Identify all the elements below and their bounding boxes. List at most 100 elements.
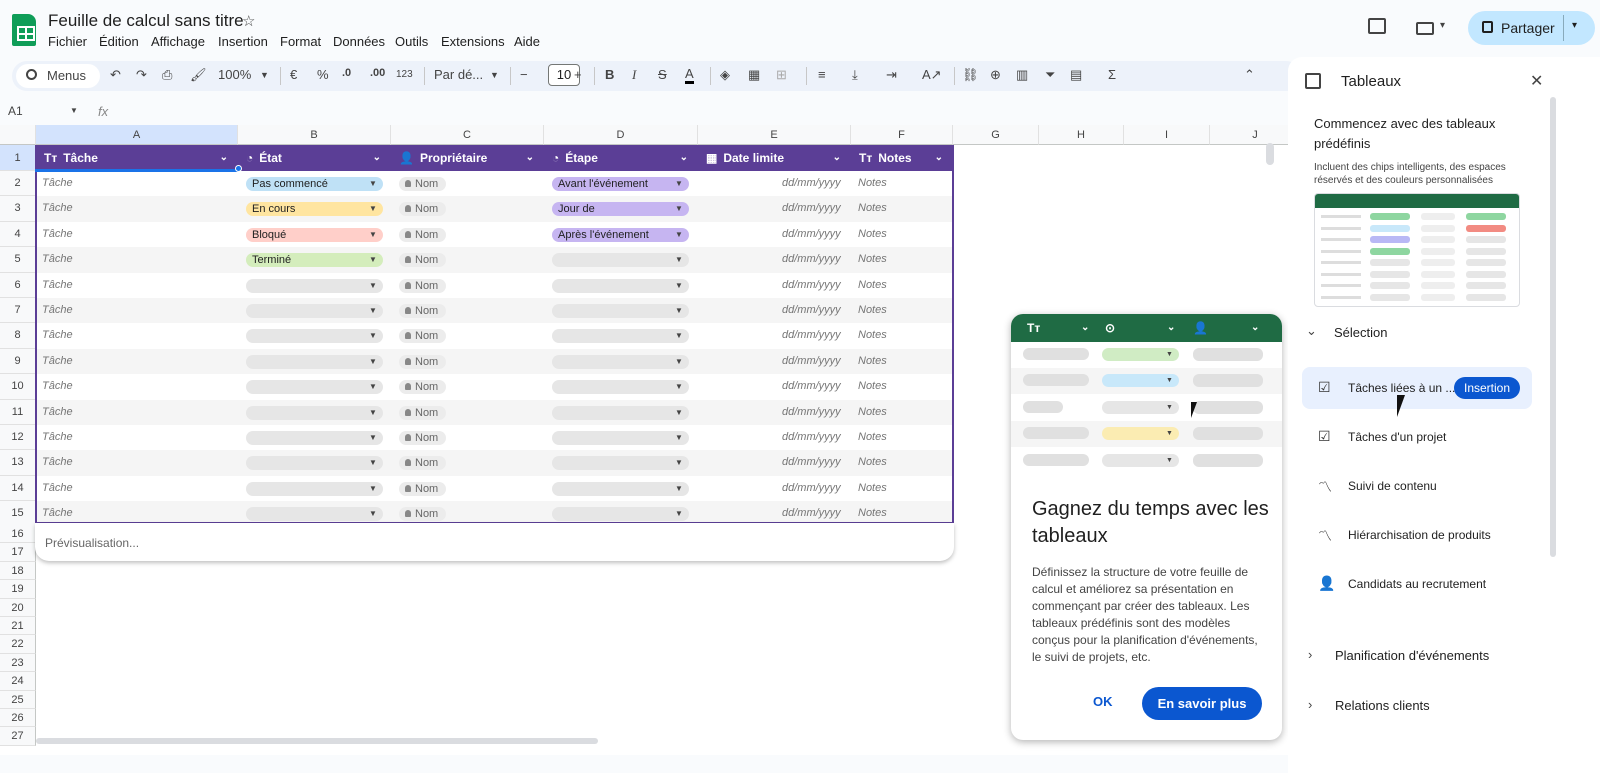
column-header[interactable]: B: [238, 125, 391, 145]
owner-chip[interactable]: Nom: [399, 507, 446, 522]
chevron-down-icon[interactable]: ▼: [675, 228, 683, 242]
table-column-header[interactable]: 👤 Propriétaire ⌄: [391, 145, 544, 171]
notes-cell[interactable]: Notes: [858, 400, 887, 425]
row-header[interactable]: 18: [0, 561, 36, 581]
chevron-down-icon[interactable]: ▼: [369, 456, 377, 470]
chevron-down-icon[interactable]: ▼: [369, 177, 377, 191]
date-cell[interactable]: dd/mm/yyyy: [782, 400, 841, 425]
paint-format-icon[interactable]: 🖌: [190, 67, 207, 83]
document-title[interactable]: Feuille de calcul sans titre: [48, 11, 244, 31]
decrease-font-size-button[interactable]: −: [520, 67, 528, 82]
name-box[interactable]: A1: [8, 104, 23, 118]
column-header[interactable]: H: [1039, 125, 1124, 145]
row-header[interactable]: 3: [0, 196, 36, 222]
chevron-down-icon[interactable]: ▼: [369, 355, 377, 369]
stage-chip[interactable]: Jour de: [552, 202, 689, 217]
insert-chart-icon[interactable]: ▥: [1016, 67, 1028, 83]
sheets-logo[interactable]: [12, 14, 36, 46]
date-cell[interactable]: dd/mm/yyyy: [782, 450, 841, 475]
strikethrough-button[interactable]: S: [658, 67, 667, 82]
task-cell[interactable]: Tâche: [42, 476, 73, 501]
task-cell[interactable]: Tâche: [42, 273, 73, 298]
stage-chip[interactable]: [552, 329, 689, 344]
chevron-down-icon[interactable]: ▼: [369, 507, 377, 521]
text-wrap-icon[interactable]: ⇥: [886, 67, 897, 83]
menu-item[interactable]: Outils: [395, 34, 428, 49]
date-cell[interactable]: dd/mm/yyyy: [782, 349, 841, 374]
owner-chip[interactable]: Nom: [399, 177, 446, 191]
owner-chip[interactable]: Nom: [399, 304, 446, 318]
row-header[interactable]: 14: [0, 475, 36, 502]
chevron-down-icon[interactable]: ▼: [490, 70, 499, 80]
stage-chip[interactable]: [552, 431, 689, 445]
status-chip[interactable]: [246, 304, 383, 318]
menu-search[interactable]: Menus: [16, 64, 100, 88]
row-header[interactable]: 19: [0, 580, 36, 599]
chevron-down-icon[interactable]: ▼: [369, 482, 377, 496]
percent-button[interactable]: %: [317, 67, 329, 82]
close-icon[interactable]: ✕: [1530, 71, 1543, 91]
row-header[interactable]: 4: [0, 221, 36, 248]
owner-chip[interactable]: Nom: [399, 278, 446, 293]
owner-chip[interactable]: Nom: [399, 405, 446, 420]
status-chip[interactable]: [246, 380, 383, 395]
chevron-down-icon[interactable]: ▼: [369, 202, 377, 216]
notes-cell[interactable]: Notes: [858, 476, 887, 501]
chevron-down-icon[interactable]: ▼: [369, 406, 377, 420]
chevron-down-icon[interactable]: ⌄: [526, 145, 534, 171]
task-cell[interactable]: Tâche: [42, 323, 73, 348]
insert-comment-icon[interactable]: ⊕: [990, 67, 1001, 83]
vertical-scrollbar[interactable]: [1266, 143, 1274, 165]
table-column-header[interactable]: Tт Notes ⌄: [851, 145, 953, 171]
owner-chip[interactable]: Nom: [399, 329, 446, 344]
chevron-right-icon[interactable]: ›: [1308, 697, 1312, 712]
row-header[interactable]: 6: [0, 272, 36, 298]
row-header[interactable]: 12: [0, 425, 36, 451]
menu-item[interactable]: Insertion: [218, 34, 268, 49]
stage-chip[interactable]: [552, 405, 689, 420]
row-header[interactable]: 1: [0, 145, 36, 171]
row-header[interactable]: 8: [0, 323, 36, 349]
notes-cell[interactable]: Notes: [858, 374, 887, 399]
task-cell[interactable]: Tâche: [42, 425, 73, 450]
status-chip[interactable]: [246, 405, 383, 420]
video-call-icon[interactable]: [1416, 22, 1434, 35]
template-item[interactable]: ☑ Tâches d'un projet: [1302, 416, 1532, 458]
row-header[interactable]: 10: [0, 374, 36, 400]
task-cell[interactable]: Tâche: [42, 400, 73, 425]
row-header[interactable]: 24: [0, 672, 36, 691]
chevron-down-icon[interactable]: ▼: [369, 304, 377, 318]
date-cell[interactable]: dd/mm/yyyy: [782, 222, 841, 247]
currency-button[interactable]: €: [290, 67, 297, 82]
notes-cell[interactable]: Notes: [858, 247, 887, 272]
stage-chip[interactable]: Après l'événement: [552, 227, 689, 242]
chevron-down-icon[interactable]: ▼: [675, 431, 683, 445]
stage-chip[interactable]: [552, 253, 689, 268]
status-chip[interactable]: [246, 481, 383, 496]
decrease-decimals-button[interactable]: .0: [342, 67, 351, 79]
select-all-corner[interactable]: [0, 125, 36, 145]
column-header[interactable]: I: [1124, 125, 1210, 145]
notes-cell[interactable]: Notes: [858, 298, 887, 323]
row-header[interactable]: 7: [0, 298, 36, 324]
task-cell[interactable]: Tâche: [42, 247, 73, 272]
print-icon[interactable]: ⎙: [162, 67, 172, 83]
status-chip[interactable]: Terminé: [246, 253, 383, 268]
learn-more-button[interactable]: En savoir plus: [1142, 687, 1262, 720]
owner-chip[interactable]: Nom: [399, 380, 446, 395]
italic-button[interactable]: I: [632, 67, 636, 83]
stage-chip[interactable]: [552, 481, 689, 496]
merge-cells-icon[interactable]: ⊞: [776, 67, 787, 83]
date-cell[interactable]: dd/mm/yyyy: [782, 323, 841, 348]
chevron-down-icon[interactable]: ▼: [675, 456, 683, 470]
menu-item[interactable]: Édition: [99, 34, 139, 49]
row-header[interactable]: 22: [0, 635, 36, 654]
template-item[interactable]: 〽 Hiérarchisation de produits: [1302, 514, 1532, 556]
row-header[interactable]: 25: [0, 690, 36, 709]
chevron-right-icon[interactable]: ›: [1308, 647, 1312, 662]
owner-chip[interactable]: Nom: [399, 227, 446, 242]
star-icon[interactable]: ☆: [242, 12, 255, 30]
horizontal-scrollbar[interactable]: [36, 738, 598, 744]
bold-button[interactable]: B: [605, 67, 614, 82]
column-header[interactable]: A: [36, 125, 238, 145]
